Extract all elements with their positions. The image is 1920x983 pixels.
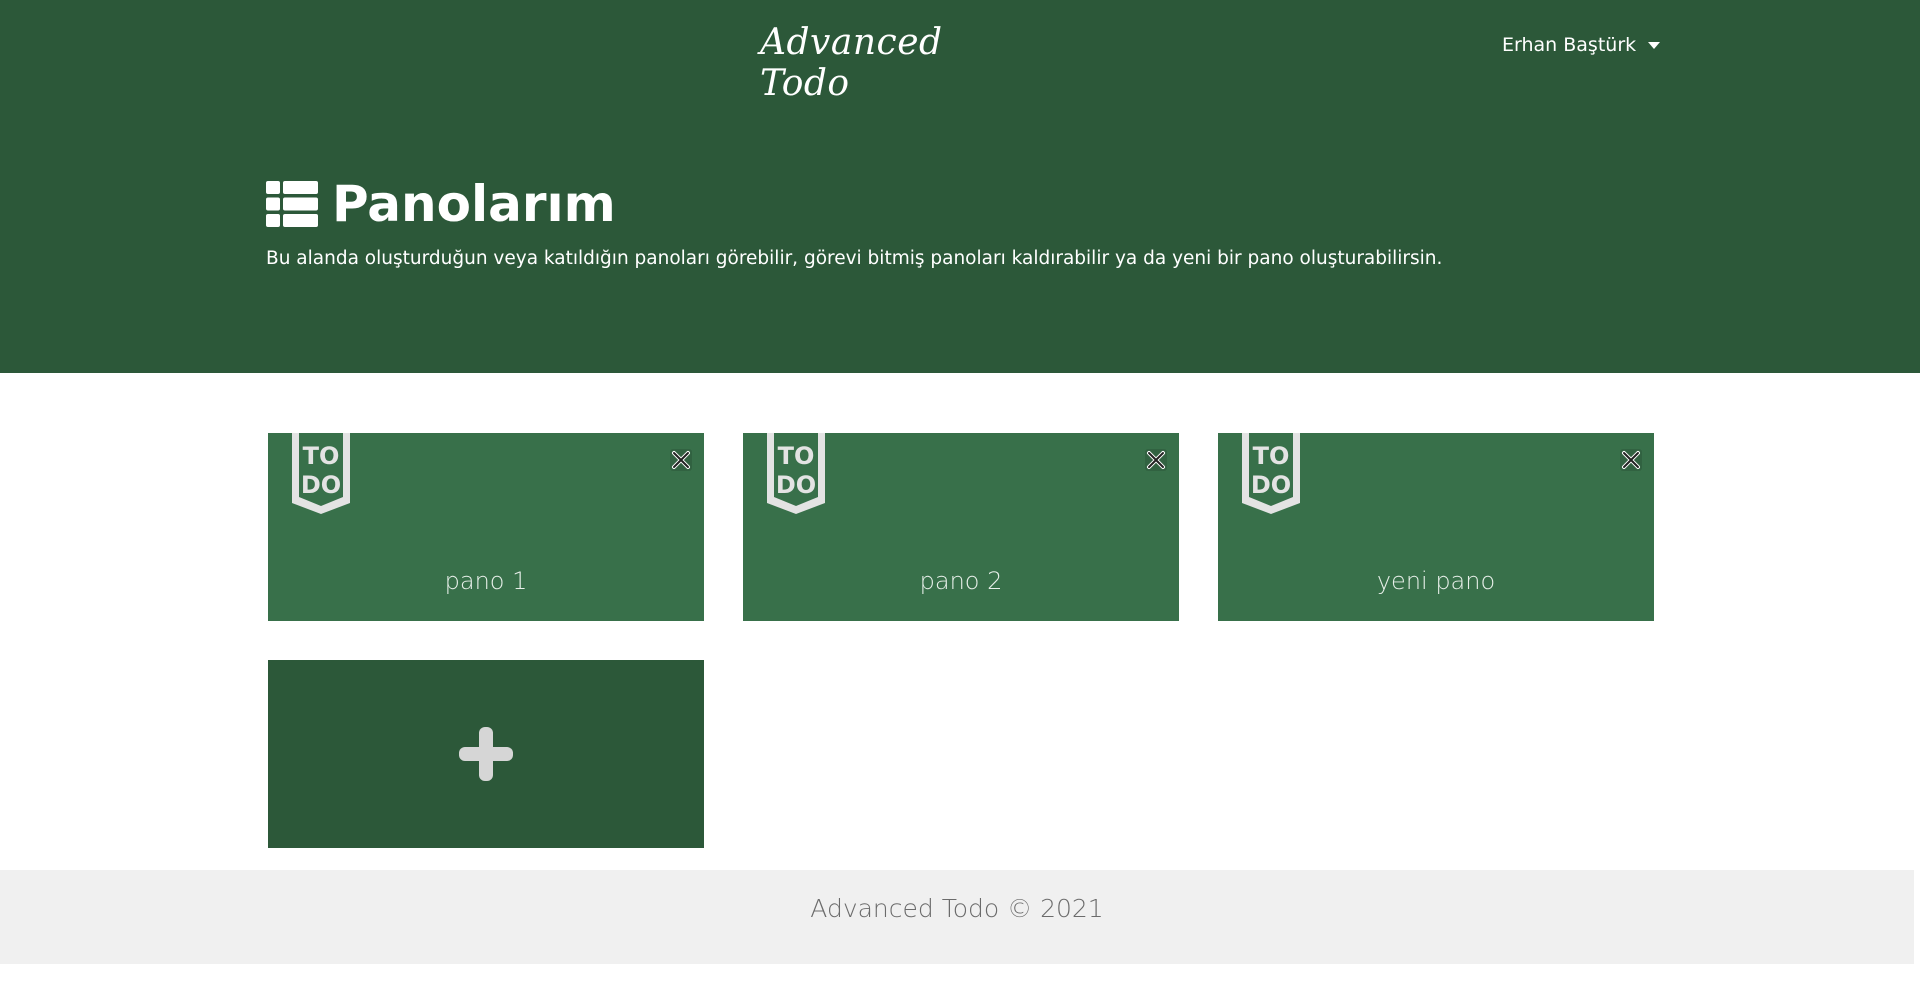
page-title-text: Panolarım	[332, 175, 616, 233]
list-icon	[266, 181, 318, 227]
plus-icon	[459, 727, 513, 781]
footer-copyright: Advanced Todo © 2021	[810, 894, 1104, 923]
todo-badge-icon: TO DO	[292, 433, 350, 514]
todo-badge-icon: TO DO	[1242, 433, 1300, 514]
page-header: Advanced Todo Erhan Baştürk Panolarım Bu…	[0, 0, 1920, 373]
user-name: Erhan Baştürk	[1502, 34, 1637, 56]
close-icon[interactable]	[1145, 449, 1167, 471]
close-icon[interactable]	[670, 449, 692, 471]
logo-text-do: DO	[1251, 471, 1291, 499]
caret-down-icon	[1648, 41, 1661, 49]
user-menu-dropdown[interactable]: Erhan Baştürk	[1502, 34, 1661, 56]
page-title: Panolarım	[266, 175, 616, 233]
logo-text-to: TO	[778, 442, 815, 470]
board-card[interactable]: TO DO yeni pano	[1218, 433, 1654, 621]
board-title: pano 1	[444, 567, 528, 595]
logo-text-to: TO	[303, 442, 340, 470]
close-icon[interactable]	[1620, 449, 1642, 471]
board-title: yeni pano	[1376, 567, 1496, 595]
logo-text-to: TO	[1253, 442, 1290, 470]
todo-badge-icon: TO DO	[767, 433, 825, 514]
brand-logo[interactable]: Advanced Todo	[760, 22, 980, 104]
logo-text-do: DO	[776, 471, 816, 499]
page-description: Bu alanda oluşturduğun veya katıldığın p…	[266, 248, 1443, 269]
board-card[interactable]: TO DO pano 2	[743, 433, 1179, 621]
logo-text-do: DO	[301, 471, 341, 499]
board-title: pano 2	[919, 567, 1003, 595]
board-card[interactable]: TO DO pano 1	[268, 433, 704, 621]
add-board-button[interactable]	[268, 660, 704, 848]
page-footer: Advanced Todo © 2021	[0, 870, 1914, 964]
